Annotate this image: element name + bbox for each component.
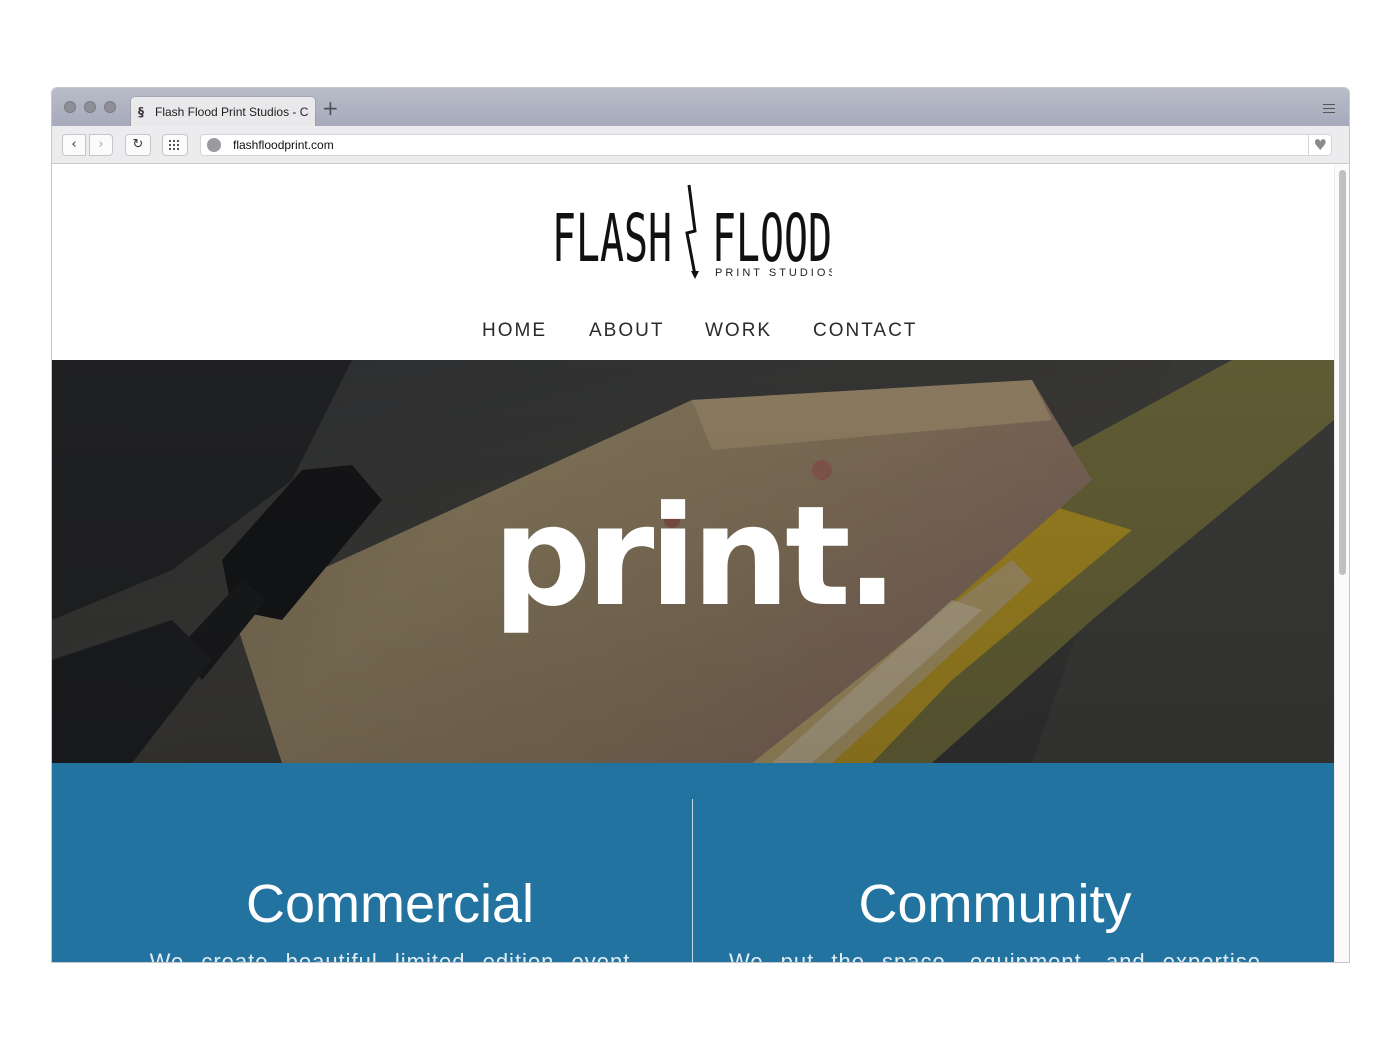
site-logo[interactable]: FLASH FLOOD PRINT STUDIOS: [552, 183, 836, 279]
reload-icon[interactable]: ↻: [125, 134, 151, 156]
minimize-window-button[interactable]: [84, 101, 96, 113]
commercial-title: Commercial: [245, 874, 535, 934]
hero-headline: print.: [492, 476, 899, 637]
close-window-button[interactable]: [64, 101, 76, 113]
browser-toolbar: ‹ › ↻ flashfloodprint.com ♥: [52, 126, 1349, 164]
menu-icon[interactable]: [1323, 104, 1335, 116]
lightning-bolt-icon: [685, 184, 697, 276]
page-viewport: FLASH FLOOD PRINT STUDIOS HOME ABOUT WOR…: [52, 165, 1349, 962]
nav-about[interactable]: ABOUT: [589, 320, 664, 342]
nav-work[interactable]: WORK: [705, 320, 772, 342]
globe-icon: [207, 138, 221, 152]
favicon-icon: §: [138, 105, 144, 119]
services-section: Commercial We create beautiful limited e…: [52, 763, 1334, 962]
back-icon[interactable]: ‹: [62, 134, 86, 156]
tab-title: Flash Flood Print Studios - Co: [155, 105, 309, 119]
main-nav: HOME ABOUT WORK CONTACT: [52, 310, 1334, 360]
community-title: Community: [858, 874, 1132, 934]
nav-contact[interactable]: CONTACT: [813, 320, 917, 342]
community-text: We put the space, equipment, and experti…: [728, 949, 1262, 962]
heart-icon[interactable]: ♥: [1307, 135, 1327, 155]
browser-window: § Flash Flood Print Studios - Co + ‹ › ↻…: [52, 88, 1349, 962]
logo-word-flood: FLOOD: [712, 200, 832, 277]
tabs-grid-icon[interactable]: [162, 134, 188, 156]
scrollbar[interactable]: [1334, 165, 1349, 962]
tab-bar: § Flash Flood Print Studios - Co +: [52, 88, 1349, 126]
logo-tagline: PRINT STUDIOS: [715, 267, 832, 279]
commercial-text: We create beautiful limited edition even…: [149, 949, 631, 962]
plus-icon[interactable]: +: [322, 98, 339, 118]
url-text: flashfloodprint.com: [233, 138, 334, 152]
address-bar[interactable]: flashfloodprint.com ♥: [200, 134, 1332, 156]
browser-tab[interactable]: § Flash Flood Print Studios - Co: [131, 97, 315, 126]
nav-home[interactable]: HOME: [482, 320, 547, 342]
hero-banner: print.: [52, 360, 1334, 763]
logo-word-flash: FLASH: [552, 200, 672, 277]
scrollbar-thumb[interactable]: [1339, 170, 1346, 575]
maximize-window-button[interactable]: [104, 101, 116, 113]
forward-icon[interactable]: ›: [89, 134, 113, 156]
website: FLASH FLOOD PRINT STUDIOS HOME ABOUT WOR…: [52, 165, 1334, 962]
